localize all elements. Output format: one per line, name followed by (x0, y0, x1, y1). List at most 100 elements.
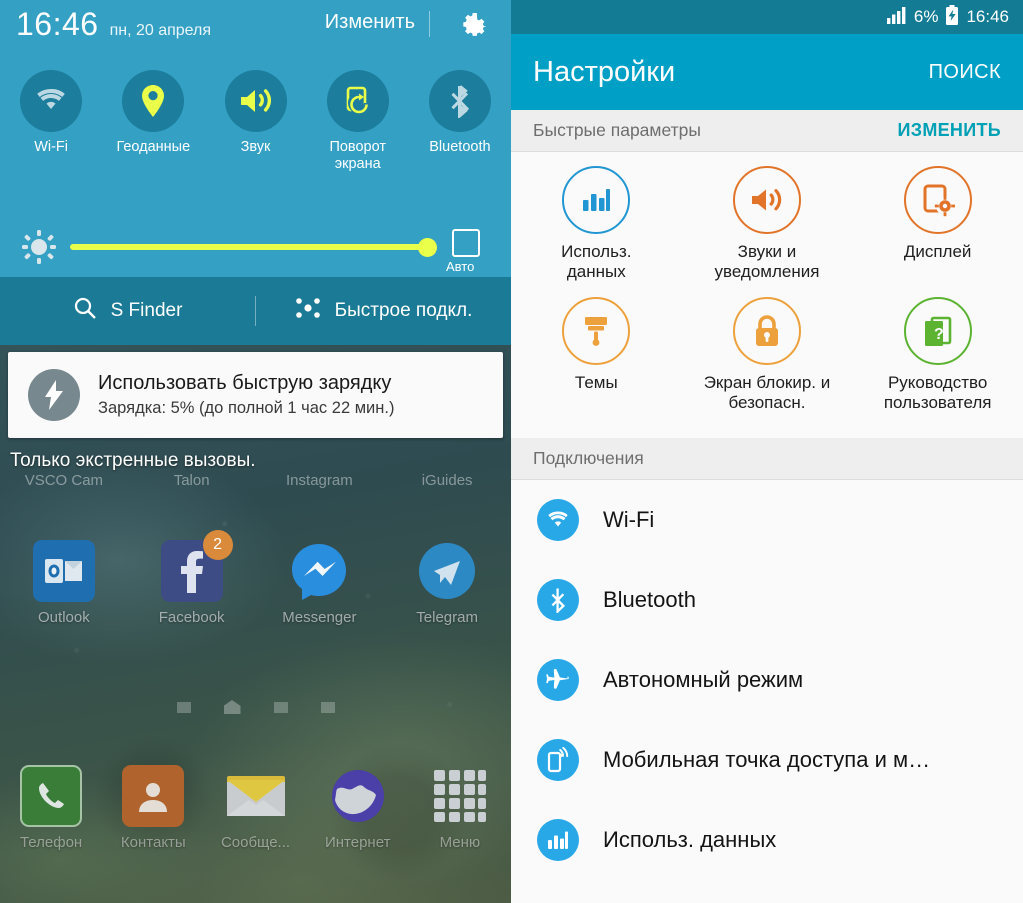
toggle-location[interactable]: Геоданные (102, 70, 204, 172)
messenger-icon (288, 540, 350, 602)
status-bar-clock: 16:46 (966, 7, 1009, 26)
notification-subtitle: Зарядка: 5% (до полной 1 час 22 мин.) (98, 399, 395, 417)
search-icon (73, 296, 97, 326)
quick-setting-lock-security[interactable]: Экран блокир. и безопасн. (682, 296, 853, 414)
notification-shade: 16:46 пн, 20 апреля Изменить Wi-Fi Геода… (0, 0, 511, 277)
home-app-facebook[interactable]: 2 Facebook (128, 530, 256, 626)
screenshot-root: VSCO Cam Talon Instagram iGuides Outlook (0, 0, 1023, 903)
home-page-indicator (0, 700, 511, 714)
shade-header: 16:46 пн, 20 апреля Изменить (0, 0, 511, 66)
gear-icon[interactable] (459, 10, 489, 40)
shade-clock-row: 16:46 пн, 20 апреля (16, 8, 211, 40)
toggle-label: Wi-Fi (34, 139, 69, 155)
quick-setting-sounds-notifications[interactable]: Звуки и уведомления (682, 166, 853, 283)
app-bar: Настройки ПОИСК (511, 34, 1023, 110)
dock-app-label: Контакты (120, 834, 186, 851)
list-item-mobile-hotspot[interactable]: Мобильная точка доступа и м… (511, 719, 1023, 800)
toggle-sound[interactable]: Звук (204, 70, 306, 172)
quick-setting-label: Использ. данных (561, 242, 632, 282)
quick-toggle-row: Wi-Fi Геоданные Звук Поворот экрана Blue… (0, 70, 511, 172)
dock-app-contacts[interactable]: Контакты (102, 765, 204, 851)
quick-setting-label: Звуки и уведомления (714, 242, 820, 282)
notification-title: Использовать быструю зарядку (98, 372, 392, 394)
quick-setting-display[interactable]: Дисплей (852, 166, 1023, 283)
quick-setting-label: Руководство пользователя (883, 372, 992, 413)
toggle-wifi[interactable]: Wi-Fi (0, 70, 102, 172)
contacts-icon (122, 765, 185, 827)
auto-brightness-checkbox[interactable] (452, 229, 480, 257)
wifi-icon (537, 498, 579, 541)
home-app-outlook[interactable]: Outlook (0, 540, 128, 626)
emergency-calls-text: Только экстренные вызовы. (10, 450, 256, 471)
connections-header: Подключения (511, 437, 1023, 480)
data-usage-icon (537, 818, 579, 861)
edit-button[interactable]: Изменить (325, 11, 415, 34)
brightness-slider-track[interactable] (70, 244, 430, 250)
list-item-label: Использ. данных (603, 826, 777, 852)
sound-icon (224, 70, 287, 132)
browser-globe-icon (327, 765, 389, 827)
home-app-label-vsco: VSCO Cam (24, 472, 104, 489)
quick-setting-label: Дисплей (903, 242, 972, 261)
app-drawer-icon (429, 765, 491, 827)
connections-list: Wi-Fi Bluetooth Автономный режим Мобильн… (511, 479, 1023, 880)
hotspot-icon (537, 738, 579, 781)
messages-icon (225, 765, 287, 827)
dock-app-messages[interactable]: Сообще... (204, 765, 306, 851)
list-item-data-usage[interactable]: Использ. данных (511, 799, 1023, 880)
signal-bars-icon (886, 6, 907, 29)
dock-app-browser[interactable]: Интернет (307, 765, 409, 851)
dock-app-label: Меню (439, 834, 481, 851)
brightness-slider-knob[interactable] (418, 238, 437, 257)
page-dot[interactable] (320, 701, 335, 713)
quick-connect-button[interactable]: Быстрое подкл. (256, 296, 511, 326)
home-app-label: Outlook (38, 609, 90, 626)
home-app-telegram[interactable]: Telegram (383, 540, 511, 626)
facebook-icon: 2 (160, 530, 233, 602)
toggle-label: Геоданные (116, 139, 191, 155)
list-item-bluetooth[interactable]: Bluetooth (511, 559, 1023, 640)
list-item-airplane-mode[interactable]: Автономный режим (511, 639, 1023, 720)
home-app-label: Messenger (282, 609, 357, 626)
home-app-messenger[interactable]: Messenger (256, 540, 384, 626)
lock-icon (732, 296, 801, 365)
list-item-label: Автономный режим (603, 666, 804, 692)
page-dot[interactable] (273, 701, 288, 713)
page-title: Настройки (533, 55, 676, 88)
quick-setting-user-manual[interactable]: ? Руководство пользователя (852, 296, 1023, 414)
data-usage-icon (562, 166, 631, 234)
search-button[interactable]: ПОИСК (929, 61, 1001, 84)
quick-setting-label: Темы (574, 372, 618, 392)
s-finder-label: S Finder (110, 300, 183, 321)
right-settings-panel: 6% 16:46 Настройки ПОИСК Быстрые парамет… (511, 0, 1023, 903)
dock-app-label: Телефон (19, 834, 83, 851)
user-manual-icon: ? (903, 296, 972, 365)
svg-text:?: ? (934, 326, 944, 343)
bluetooth-icon (428, 70, 491, 132)
themes-brush-icon (562, 296, 631, 365)
quick-settings-edit-button[interactable]: ИЗМЕНИТЬ (898, 120, 1001, 141)
quick-connect-label: Быстрое подкл. (334, 300, 473, 321)
page-dot-home[interactable] (223, 700, 241, 714)
toggle-screen-rotation[interactable]: Поворот экрана (307, 70, 409, 172)
quick-setting-themes[interactable]: Темы (511, 296, 682, 414)
header-divider (429, 11, 430, 37)
quick-setting-label: Экран блокир. и безопасн. (703, 372, 831, 413)
quick-settings-grid: Использ. данных Звуки и уведомления Диспле… (511, 152, 1023, 438)
page-dot[interactable] (176, 701, 191, 713)
brightness-row: Авто (0, 218, 511, 277)
quick-setting-data-usage[interactable]: Использ. данных (511, 166, 682, 283)
toggle-label: Звук (240, 139, 271, 155)
home-row-top-labels: VSCO Cam Talon Instagram iGuides (0, 472, 511, 489)
screen-rotation-icon (326, 70, 389, 132)
toggle-bluetooth[interactable]: Bluetooth (409, 70, 511, 172)
dock-app-phone[interactable]: Телефон (0, 765, 102, 851)
list-item-wifi[interactable]: Wi-Fi (511, 479, 1023, 560)
home-app-label-talon: Talon (173, 472, 210, 489)
status-bar: 6% 16:46 (511, 0, 1023, 34)
shade-clock: 16:46 (16, 6, 99, 42)
notification-card[interactable]: Использовать быструю зарядку Зарядка: 5%… (8, 352, 503, 438)
s-finder-button[interactable]: S Finder (0, 296, 255, 326)
dock-app-drawer[interactable]: Меню (409, 765, 511, 851)
quick-settings-header: Быстрые параметры ИЗМЕНИТЬ (511, 110, 1023, 152)
